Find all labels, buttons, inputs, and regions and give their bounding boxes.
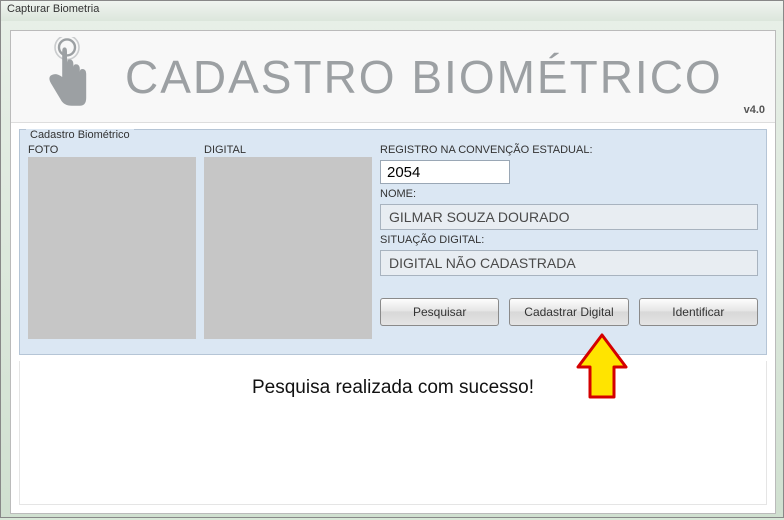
nome-field: GILMAR SOUZA DOURADO [380,204,758,230]
registro-input[interactable] [380,160,510,184]
foto-label: FOTO [28,144,198,156]
digital-label: DIGITAL [204,144,374,156]
app-header: CADASTRO BIOMÉTRICO v4.0 [11,31,775,123]
situacao-field: DIGITAL NÃO CADASTRADA [380,250,758,276]
nome-label: NOME: [380,188,758,200]
situacao-label: SITUAÇÃO DIGITAL: [380,234,758,246]
pesquisar-button[interactable]: Pesquisar [380,298,499,326]
groupbox-legend: Cadastro Biométrico [26,129,134,141]
touch-hand-icon [27,37,107,117]
cadastro-groupbox: Cadastro Biométrico FOTO DIGITAL REGISTR… [19,129,767,355]
app-title: CADASTRO BIOMÉTRICO [125,50,723,104]
window-titlebar: Capturar Biometria [1,1,783,21]
version-label: v4.0 [744,104,765,116]
identificar-button[interactable]: Identificar [639,298,758,326]
digital-placeholder [204,157,372,339]
registro-label: REGISTRO NA CONVENÇÃO ESTADUAL: [380,144,758,156]
cadastrar-digital-button[interactable]: Cadastrar Digital [509,298,628,326]
window-title: Capturar Biometria [7,3,99,15]
status-message: Pesquisa realizada com sucesso! [252,377,534,398]
foto-placeholder [28,157,196,339]
status-panel: Pesquisa realizada com sucesso! [19,361,767,505]
